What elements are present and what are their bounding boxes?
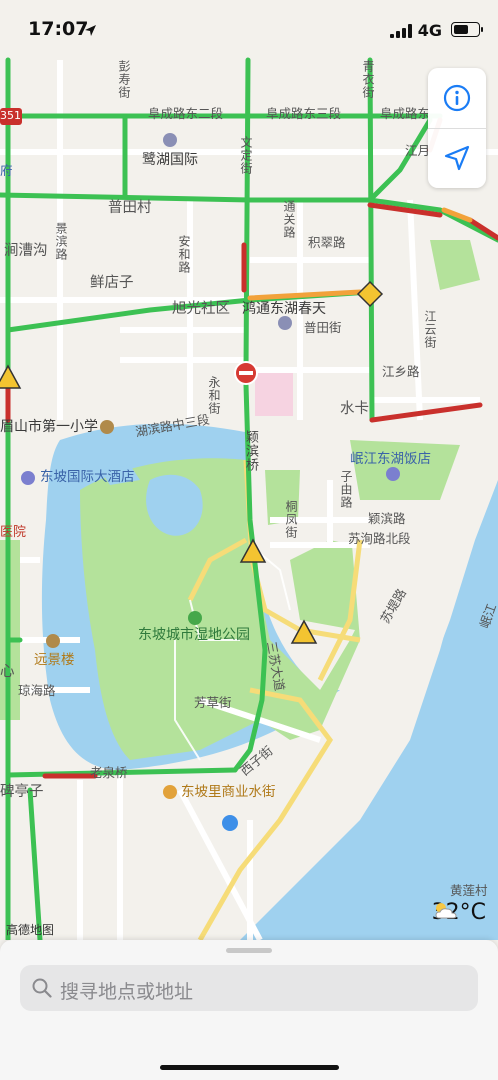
place-label: 黄莲村 <box>450 883 488 898</box>
road-label: 阜成路东三段 <box>266 106 342 121</box>
road-label: 子由路 <box>339 470 353 509</box>
hotel-label: 东坡国际大酒店 <box>40 469 135 485</box>
locate-button[interactable] <box>428 128 486 188</box>
park-label: 东坡城市湿地公园 <box>138 627 250 643</box>
road-label: 芳草街 <box>194 695 232 710</box>
road-label: 永和街 <box>207 376 221 415</box>
road-label: 琼海路 <box>18 683 56 698</box>
status-bar: 17:07 4G <box>0 0 498 58</box>
map-view[interactable]: 351 阜成路东二段 阜成路东三段 阜成路东 彭寿街 文定街 青衣街 江月 鹭湖… <box>0 0 498 940</box>
battery-icon <box>451 22 483 37</box>
search-icon <box>32 978 52 998</box>
location-arrow-icon <box>444 145 470 171</box>
map-controls <box>428 68 486 188</box>
home-indicator <box>160 1065 339 1070</box>
place-label: 心 <box>0 664 15 680</box>
signal-strength-icon <box>390 24 412 38</box>
road-label: 江乡路 <box>382 364 420 379</box>
poi-label: 东坡里商业水街 <box>181 784 276 800</box>
road-label: 景滨路 <box>54 222 68 261</box>
road-label: 青衣街 <box>361 60 375 99</box>
road-label: 阜成路东 <box>380 106 431 121</box>
road-label: 桐凤街 <box>284 500 298 539</box>
poi-label: 鸿通东湖春天 <box>242 301 326 317</box>
road-label: 普田街 <box>304 320 342 335</box>
road-label: 阜成路东二段 <box>148 106 224 121</box>
sheet-grabber[interactable] <box>226 948 272 953</box>
road-label: 文定街 <box>239 136 253 175</box>
map-provider-logo: 高德地图 <box>6 923 55 937</box>
place-label: 水卡 <box>340 401 369 417</box>
place-label: 碑亭子 <box>0 784 44 800</box>
road-label: 通关路 <box>282 200 296 239</box>
info-icon <box>443 84 471 112</box>
place-label: 涧漕沟 <box>4 243 48 259</box>
place-label: 旭光社区 <box>172 301 230 317</box>
place-label: 鲜店子 <box>90 275 134 291</box>
bottom-sheet[interactable]: 搜寻地点或地址 <box>0 940 498 1080</box>
road-label: 苏洵路北段 <box>348 531 411 546</box>
road-label: 颖滨路 <box>368 511 406 526</box>
place-label: 府 <box>0 163 13 178</box>
poi-label: 鹭湖国际 <box>142 152 198 168</box>
search-placeholder: 搜寻地点或地址 <box>60 981 194 1003</box>
weather-widget: 32°C <box>432 900 486 925</box>
location-services-icon <box>85 25 96 36</box>
route-badge: 351 <box>0 109 21 122</box>
network-type: 4G <box>417 21 442 40</box>
road-label: 老泉桥 <box>90 765 128 780</box>
poi-label: 远景楼 <box>34 652 75 668</box>
status-time: 17:07 <box>28 18 89 40</box>
road-label: 积翠路 <box>308 235 346 250</box>
poi-label: 眉山市第一小学 <box>0 419 98 435</box>
info-button[interactable] <box>428 68 486 128</box>
hotel-label: 岷江东湖饭店 <box>350 451 431 467</box>
battery-level <box>454 25 468 34</box>
partly-cloudy-icon <box>435 903 457 919</box>
search-bar[interactable]: 搜寻地点或地址 <box>20 965 478 1011</box>
road-label: 安和路 <box>177 235 191 274</box>
place-label: 普田村 <box>108 200 152 216</box>
road-label: 颖滨桥 <box>243 430 258 472</box>
road-label: 江云街 <box>423 310 437 349</box>
road-label: 彭寿街 <box>117 60 131 99</box>
hospital-label: 医院 <box>0 525 27 540</box>
road-label: 江月 <box>405 143 431 158</box>
